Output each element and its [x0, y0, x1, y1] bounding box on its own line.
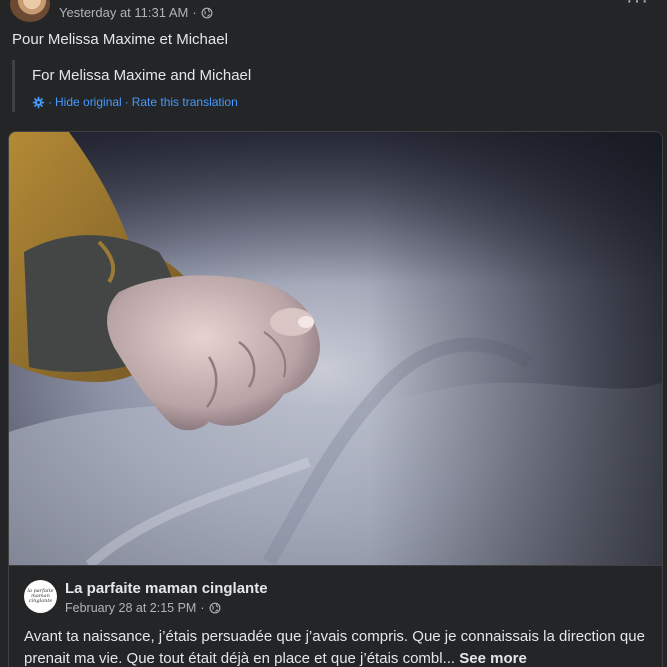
post-caption: Pour Melissa Maxime et Michael: [12, 31, 228, 48]
shared-post-card[interactable]: la parfaite maman cinglante La parfaite …: [8, 131, 663, 667]
page-name-link[interactable]: La parfaite maman cinglante: [65, 580, 268, 597]
shared-post-text: Avant ta naissance, j’étais persuadée qu…: [24, 626, 654, 667]
translation-block: For Melissa Maxime and Michael · Hide or…: [12, 60, 652, 112]
baby-hand-photo: [9, 132, 662, 565]
link-separator: ·: [48, 95, 52, 109]
rate-translation-link[interactable]: Rate this translation: [132, 95, 238, 109]
translation-text: For Melissa Maxime and Michael: [32, 67, 252, 84]
translation-links: · Hide original · Rate this translation: [32, 95, 238, 109]
more-options-button[interactable]: ···: [626, 0, 649, 13]
shared-post-meta: February 28 at 2:15 PM ·: [65, 601, 221, 615]
shared-post-body: la parfaite maman cinglante La parfaite …: [9, 565, 662, 667]
author-avatar[interactable]: [10, 0, 50, 22]
hide-original-link[interactable]: Hide original: [55, 95, 122, 109]
globe-icon: [209, 602, 220, 614]
meta-separator: ·: [192, 5, 197, 20]
post: Yesterday at 11:31 AM · ··· Pour Melissa…: [0, 0, 667, 667]
shared-post-text-content: Avant ta naissance, j’étais persuadée qu…: [24, 628, 645, 667]
meta-separator: ·: [200, 601, 205, 615]
page-logo-text: la parfaite maman cinglante: [27, 588, 54, 604]
post-meta: Yesterday at 11:31 AM ·: [59, 5, 213, 20]
see-more-link[interactable]: See more: [459, 650, 527, 667]
gear-icon[interactable]: [32, 96, 45, 109]
shared-post-image[interactable]: [9, 132, 662, 565]
post-timestamp[interactable]: Yesterday at 11:31 AM: [59, 5, 188, 20]
page-avatar[interactable]: la parfaite maman cinglante: [24, 580, 57, 613]
globe-icon: [201, 7, 213, 18]
link-separator: ·: [124, 95, 129, 109]
shared-post-timestamp[interactable]: February 28 at 2:15 PM: [65, 601, 196, 615]
